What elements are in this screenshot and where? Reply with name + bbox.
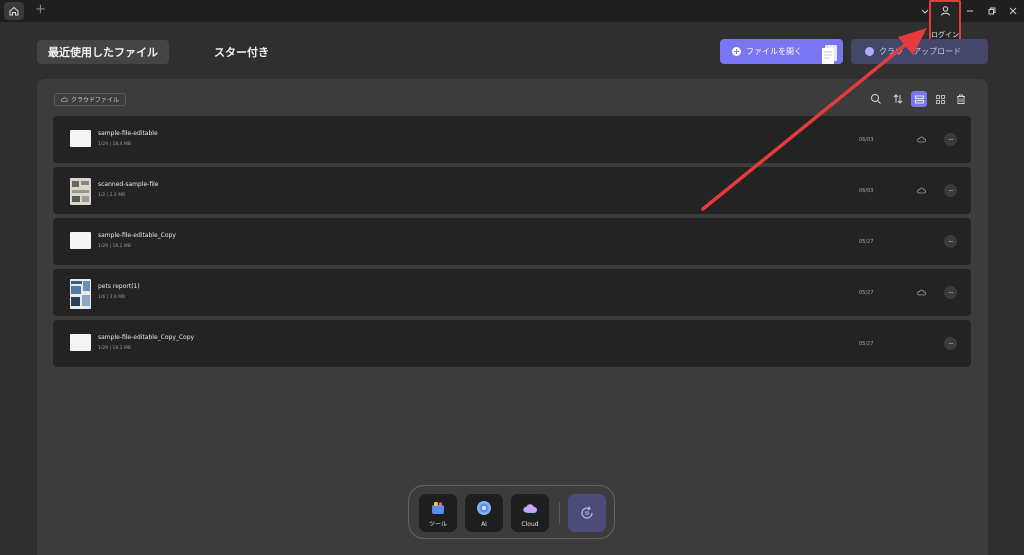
bottom-dock: ツール AI Cloud	[408, 485, 615, 539]
file-thumbnail	[70, 130, 91, 147]
file-row[interactable]: sample-file-editable_Copy_Copy 1/29 | 18…	[53, 320, 971, 367]
file-date: 05/27	[859, 290, 874, 296]
dock-ai-label: AI	[481, 521, 487, 528]
more-options-button[interactable]: ···	[944, 235, 957, 248]
grid-view-icon[interactable]	[932, 91, 948, 107]
file-date: 06/03	[859, 137, 874, 143]
file-row[interactable]: sample-file-editable_Copy 1/29 | 18.2 MB…	[53, 218, 971, 265]
search-icon[interactable]	[868, 91, 884, 107]
file-thumbnail	[70, 279, 91, 309]
file-row[interactable]: sample-file-editable 1/29 | 18.4 MB 06/0…	[53, 116, 971, 163]
dock-cloud-label: Cloud	[521, 521, 539, 528]
file-name: pets report(1)	[98, 283, 140, 290]
cloud-icon	[61, 97, 68, 102]
dock-tools-label: ツール	[428, 521, 447, 528]
more-options-button[interactable]: ···	[944, 286, 957, 299]
more-options-button[interactable]: ···	[944, 133, 957, 146]
cloud-icon	[917, 187, 926, 194]
file-thumbnail	[70, 334, 91, 351]
file-name: sample-file-editable_Copy_Copy	[98, 334, 195, 341]
file-thumbnail	[70, 232, 91, 249]
more-options-button[interactable]: ···	[944, 337, 957, 350]
home-icon	[9, 6, 19, 16]
file-date: 05/27	[859, 239, 874, 245]
sync-icon	[581, 506, 593, 519]
cloud-files-tag[interactable]: クラウドファイル	[54, 93, 127, 106]
tools-icon	[432, 502, 444, 514]
dock-ai-button[interactable]: AI	[465, 494, 503, 532]
cloud-icon	[917, 136, 926, 143]
file-name: scanned-sample-file	[98, 181, 159, 188]
plus-circle-icon	[732, 47, 741, 56]
new-tab-button[interactable]: +	[35, 2, 46, 17]
sort-icon[interactable]	[890, 91, 906, 107]
dock-separator	[559, 502, 560, 524]
file-name: sample-file-editable_Copy	[98, 232, 176, 239]
close-icon[interactable]	[1005, 3, 1021, 19]
tab-starred[interactable]: スター付き	[214, 40, 269, 64]
list-view-icon[interactable]	[911, 91, 927, 107]
cloud-files-label: クラウドファイル	[71, 97, 120, 104]
home-button[interactable]	[4, 2, 24, 20]
file-date: 06/03	[859, 188, 874, 194]
user-icon	[941, 6, 950, 16]
dock-cloud-button[interactable]: Cloud	[511, 494, 549, 532]
open-file-label: ファイルを開く	[746, 47, 802, 56]
open-file-button[interactable]: ファイルを開く	[720, 39, 843, 64]
minimize-icon[interactable]	[962, 3, 978, 19]
dock-tools-button[interactable]: ツール	[419, 494, 457, 532]
more-options-button[interactable]: ···	[944, 184, 957, 197]
cloud-icon	[917, 289, 926, 296]
file-meta: 1/6 | 3.8 MB	[98, 295, 126, 300]
file-row[interactable]: scanned-sample-file 1/2 | 2.2 MB 06/03 ·…	[53, 167, 971, 214]
title-bar: +	[0, 0, 1024, 22]
dock-sync-button[interactable]	[568, 494, 606, 532]
file-meta: 1/2 | 2.2 MB	[98, 193, 126, 198]
file-meta: 1/29 | 18.4 MB	[98, 142, 131, 147]
upload-icon	[865, 47, 874, 56]
file-meta: 1/29 | 18.3 MB	[98, 346, 131, 351]
file-name: sample-file-editable	[98, 130, 158, 137]
file-date: 05/27	[859, 341, 874, 347]
file-thumbnail	[70, 178, 91, 205]
upload-label: クラウ アップロード	[879, 47, 962, 56]
restore-icon[interactable]	[984, 3, 1000, 19]
delete-icon[interactable]	[953, 91, 969, 107]
ai-icon	[477, 501, 491, 515]
file-row[interactable]: pets report(1) 1/6 | 3.8 MB 05/27 ···	[53, 269, 971, 316]
cloud-icon	[523, 504, 537, 513]
file-meta: 1/29 | 18.2 MB	[98, 244, 131, 249]
upload-to-cloud-button[interactable]: クラウ アップロード	[851, 39, 988, 64]
tab-recent-files[interactable]: 最近使用したファイル	[37, 40, 169, 64]
document-stack-icon	[822, 45, 837, 64]
